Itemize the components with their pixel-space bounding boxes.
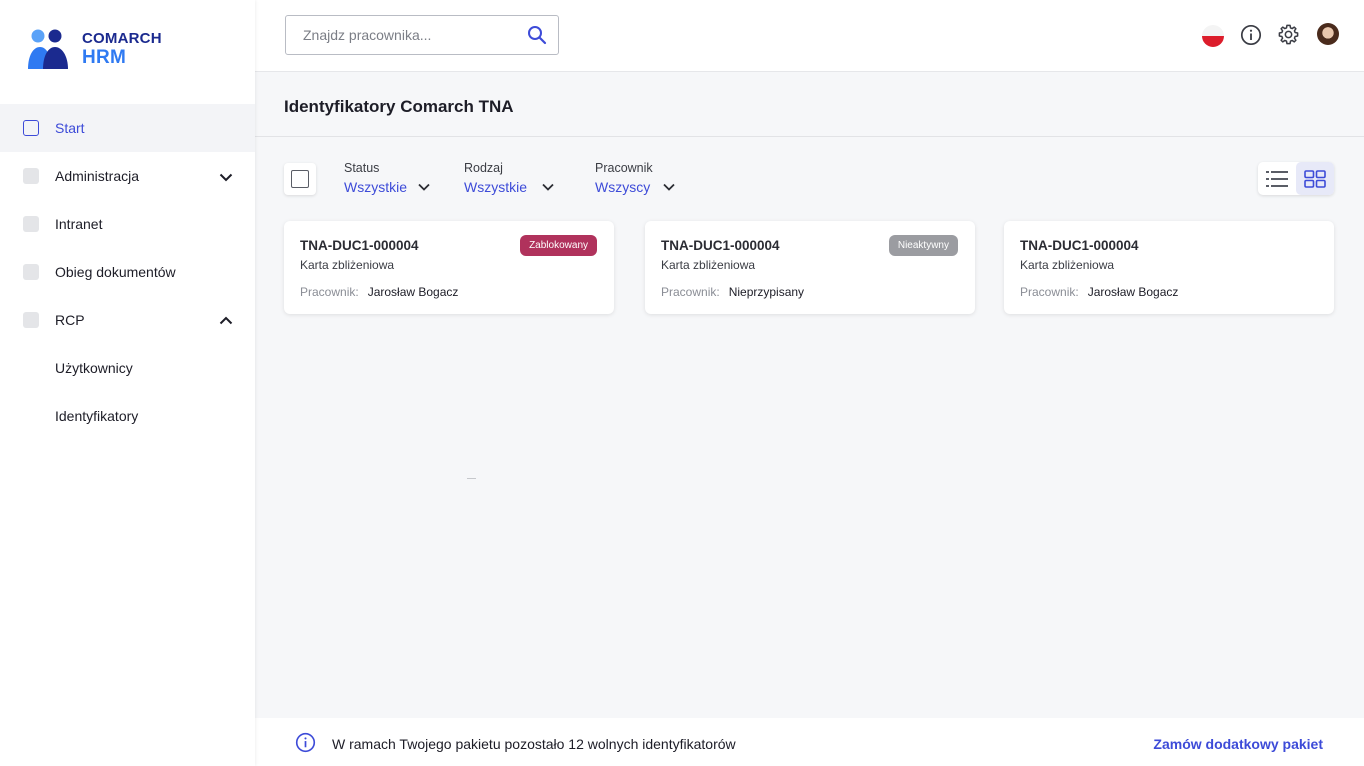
- sidebar-item-label: Administracja: [55, 168, 140, 184]
- sidebar-item-intranet[interactable]: Intranet: [0, 200, 255, 248]
- chevron-down-icon: [542, 183, 554, 191]
- identifier-card[interactable]: TNA-DUC1-000004 Nieaktywny Karta zbliżen…: [645, 221, 975, 314]
- sidebar-nav: Start Administracja Intranet Obieg dokum…: [0, 104, 255, 440]
- comarch-hrm-logo[interactable]: COMARCH HRM: [27, 28, 167, 70]
- sidebar-item-start[interactable]: Start: [0, 104, 255, 152]
- search-input[interactable]: [303, 27, 523, 43]
- grid-view-button[interactable]: [1296, 162, 1334, 195]
- sidebar-subitem-uzytkownicy[interactable]: Użytkownicy: [0, 344, 255, 392]
- filter-status[interactable]: Status Wszystkie: [344, 161, 431, 195]
- select-all-checkbox[interactable]: [284, 163, 316, 195]
- documents-icon: [23, 264, 39, 280]
- card-identifier: TNA-DUC1-000004: [661, 238, 780, 253]
- sidebar-item-label: Obieg dokumentów: [55, 264, 176, 280]
- filter-status-value: Wszystkie: [344, 179, 407, 195]
- package-info-text: W ramach Twojego pakietu pozostało 12 wo…: [332, 736, 736, 752]
- filter-type-value: Wszystkie: [464, 179, 527, 195]
- chevron-down-icon: [418, 183, 430, 191]
- sidebar-item-administracja[interactable]: Administracja: [0, 152, 255, 200]
- sidebar-item-label: Start: [55, 120, 85, 136]
- card-employee: Pracownik: Jarosław Bogacz: [300, 285, 458, 299]
- sidebar-item-label: Identyfikatory: [55, 408, 139, 424]
- grid-view-icon: [1304, 169, 1326, 188]
- card-employee: Pracownik: Jarosław Bogacz: [1020, 285, 1178, 299]
- card-employee-name: Jarosław Bogacz: [367, 285, 459, 299]
- page-title: Identyfikatory Comarch TNA: [284, 97, 514, 116]
- card-employee-name: Nieprzypisany: [728, 285, 805, 299]
- card-type: Karta zbliżeniowa: [1020, 258, 1115, 272]
- status-badge: Nieaktywny: [888, 235, 958, 256]
- info-icon: [295, 732, 316, 753]
- filter-employee[interactable]: Pracownik Wszyscy: [595, 161, 676, 195]
- page-header: Identyfikatory Comarch TNA: [255, 72, 1364, 137]
- user-avatar[interactable]: [1317, 23, 1339, 45]
- card-type: Karta zbliżeniowa: [300, 258, 395, 272]
- sidebar-item-rcp[interactable]: RCP: [0, 296, 255, 344]
- filter-status-label: Status: [344, 161, 380, 175]
- card-identifier: TNA-DUC1-000004: [300, 238, 419, 253]
- filter-employee-label: Pracownik: [595, 161, 653, 175]
- logo-text-comarch: COMARCH: [82, 30, 162, 47]
- filter-type[interactable]: Rodzaj Wszystkie: [464, 161, 555, 195]
- card-employee-label: Pracownik:: [661, 285, 720, 299]
- card-employee-name: Jarosław Bogacz: [1087, 285, 1179, 299]
- view-toggle: [1258, 162, 1334, 195]
- top-bar: [255, 0, 1364, 72]
- chevron-down-icon[interactable]: [218, 169, 234, 185]
- card-identifier: TNA-DUC1-000004: [1020, 238, 1139, 253]
- card-employee-label: Pracownik:: [1020, 285, 1079, 299]
- list-view-icon: [1266, 170, 1288, 187]
- administracja-icon: [23, 168, 39, 184]
- card-employee-label: Pracownik:: [300, 285, 359, 299]
- identifier-card[interactable]: TNA-DUC1-000004 Zablokowany Karta zbliże…: [284, 221, 614, 314]
- status-badge: Zablokowany: [520, 235, 597, 256]
- search-icon[interactable]: [527, 25, 547, 45]
- rcp-icon: [23, 312, 39, 328]
- sidebar-subitem-identyfikatory[interactable]: Identyfikatory: [0, 392, 255, 440]
- sidebar-item-obieg-dokumentow[interactable]: Obieg dokumentów: [0, 248, 255, 296]
- gear-icon[interactable]: [1277, 23, 1300, 46]
- poland-flag-icon[interactable]: [1202, 25, 1224, 47]
- checkbox-icon: [291, 170, 309, 188]
- employee-search: [285, 15, 559, 55]
- filter-employee-value: Wszyscy: [595, 179, 651, 195]
- package-info-bar: W ramach Twojego pakietu pozostało 12 wo…: [255, 718, 1364, 766]
- info-icon[interactable]: [1240, 24, 1262, 46]
- identifier-card[interactable]: TNA-DUC1-000004 Karta zbliżeniowa Pracow…: [1004, 221, 1334, 314]
- sidebar-item-label: RCP: [55, 312, 85, 328]
- intranet-icon: [23, 216, 39, 232]
- list-view-button[interactable]: [1258, 162, 1296, 195]
- sidebar-item-label: Intranet: [55, 216, 103, 232]
- start-icon: [23, 120, 39, 136]
- filter-type-label: Rodzaj: [464, 161, 503, 175]
- logo-text-hrm: HRM: [82, 47, 127, 68]
- chevron-down-icon: [663, 183, 675, 191]
- logo-mark-icon: [28, 29, 68, 69]
- card-type: Karta zbliżeniowa: [661, 258, 756, 272]
- sidebar-item-label: Użytkownicy: [55, 360, 133, 376]
- sidebar: COMARCH HRM Start Administracja Intranet…: [0, 0, 255, 766]
- divider: [467, 478, 476, 479]
- card-employee: Pracownik: Nieprzypisany: [661, 285, 804, 299]
- order-package-link[interactable]: Zamów dodatkowy pakiet: [1153, 736, 1323, 752]
- chevron-up-icon[interactable]: [218, 313, 234, 329]
